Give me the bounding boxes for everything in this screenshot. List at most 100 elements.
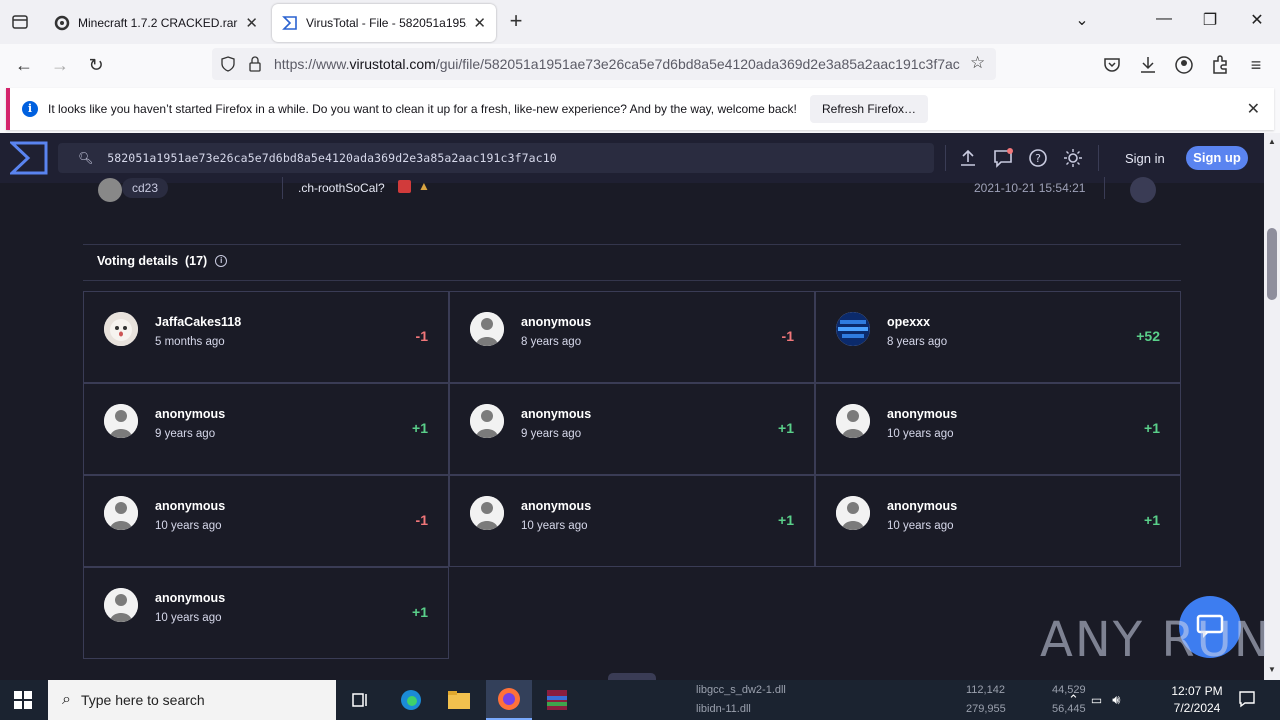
vote-card: anonymous 8 years ago -1 [449,291,815,383]
vote-time: 9 years ago [155,428,216,440]
avatar[interactable] [836,312,870,346]
settings-favicon-icon [54,15,70,31]
comment-row: cd23 .ch-roothSoCal? ▲ 2021-10-21 15:54:… [84,177,1180,203]
avatar[interactable] [104,588,138,622]
virustotal-logo-icon[interactable] [10,141,48,175]
shield-icon[interactable] [220,56,236,72]
voter-name[interactable]: JaffaCakes118 [155,315,241,329]
divider [83,244,1181,245]
vote-time: 9 years ago [521,428,582,440]
tab-list-icon[interactable] [8,10,32,34]
search-input[interactable]: 🔍︎ 582051a1951ae73e26ca5e7d6bd8a5e4120ad… [58,143,934,173]
help-icon[interactable]: ? [1028,148,1048,168]
vote-time: 10 years ago [155,612,222,624]
account-icon[interactable] [1172,53,1196,77]
comment-date: 2021-10-21 15:54:21 [974,181,1086,195]
taskbar-search-input[interactable]: ⌕ Type here to search [48,680,336,720]
file-size: 112,142 [966,684,1005,696]
scrollbar-thumb[interactable] [1267,228,1277,300]
upload-icon[interactable] [958,148,978,168]
voting-count: (17) [184,254,208,268]
list-all-tabs-icon[interactable]: ⌄ [1068,10,1096,30]
voter-name[interactable]: opexxx [887,315,930,329]
user-icon[interactable] [1130,177,1156,203]
url-bar[interactable]: https://www.virustotal.com/gui/file/5820… [212,48,996,80]
info-icon[interactable]: i [215,255,228,267]
voter-name[interactable]: anonymous [155,591,225,605]
divider [945,145,946,171]
notification-message: It looks like you haven’t started Firefo… [48,102,797,116]
tab-title: VirusTotal - File - 582051a1951a [306,16,468,30]
voter-name[interactable]: anonymous [155,499,225,513]
chevron-up-icon[interactable]: ⌃ [1068,692,1079,708]
voter-name[interactable]: anonymous [887,407,957,421]
sign-up-button[interactable]: Sign up [1186,146,1248,170]
avatar[interactable] [836,496,870,530]
minimize-icon[interactable]: — [1150,10,1178,28]
vote-card: JaffaCakes118 5 months ago -1 [83,291,449,383]
virustotal-page: 🔍︎ 582051a1951ae73e26ca5e7d6bd8a5e4120ad… [0,133,1264,680]
emoji-icon [398,180,411,193]
close-tab-icon[interactable]: ✕ [473,14,486,32]
task-view-icon[interactable] [338,680,384,720]
tab-virustotal[interactable]: VirusTotal - File - 582051a1951a ✕ [272,4,496,42]
vote-time: 10 years ago [887,520,954,532]
bookmark-star-icon[interactable]: ☆ [970,53,985,73]
refresh-firefox-button[interactable]: Refresh Firefox… [810,95,929,123]
theme-toggle-icon[interactable] [1063,148,1083,168]
taskbar-clock[interactable]: 12:07 PM 7/2/2024 [1164,683,1230,717]
extensions-icon[interactable] [1208,53,1232,77]
vote-value: +1 [778,420,794,436]
close-tab-icon[interactable]: ✕ [245,14,258,32]
vote-value: -1 [415,328,428,344]
vote-card: anonymous 9 years ago +1 [449,383,815,475]
reload-icon[interactable]: ↻ [84,53,108,77]
avatar[interactable] [104,312,138,346]
file-name: libidn-11.dll [696,703,751,715]
close-notification-icon[interactable]: ✕ [1247,99,1260,119]
new-tab-icon[interactable]: + [504,10,528,32]
menu-icon[interactable]: ≡ [1244,53,1268,77]
page-scrollbar[interactable]: ▲ ▼ [1264,133,1280,680]
pagination[interactable] [608,673,656,680]
lock-icon[interactable] [248,56,262,72]
downloads-icon[interactable] [1136,53,1160,77]
voter-name[interactable]: anonymous [521,499,591,513]
voter-name[interactable]: anonymous [887,499,957,513]
comment-user[interactable]: cd23 [122,178,169,198]
avatar[interactable] [470,496,504,530]
winrar-icon[interactable] [534,680,580,720]
poop-emoji-icon: ▲ [418,179,430,193]
back-icon[interactable]: ← [12,53,36,77]
voter-name[interactable]: anonymous [521,407,591,421]
firefox-icon[interactable] [486,680,532,720]
vote-time: 5 months ago [155,336,225,348]
sign-in-link[interactable]: Sign in [1125,151,1165,166]
restore-icon[interactable]: ❐ [1196,10,1224,30]
scroll-up-icon[interactable]: ▲ [1268,137,1276,146]
forward-icon[interactable]: → [48,53,72,77]
avatar[interactable] [104,496,138,530]
avatar[interactable] [836,404,870,438]
network-icon[interactable]: ▭ [1091,693,1102,707]
vote-card: anonymous 10 years ago +1 [449,475,815,567]
voter-name[interactable]: anonymous [521,315,591,329]
volume-icon[interactable]: 🔊︎ [1112,692,1120,708]
search-placeholder: Type here to search [80,692,205,708]
vt-header: 🔍︎ 582051a1951ae73e26ca5e7d6bd8a5e4120ad… [0,133,1264,183]
refresh-firefox-notification: i It looks like you haven’t started Fire… [6,88,1274,130]
edge-icon[interactable] [388,680,434,720]
avatar[interactable] [470,404,504,438]
notifications-icon[interactable] [993,148,1013,168]
windows-start-icon[interactable] [14,691,32,709]
close-window-icon[interactable]: ✕ [1243,10,1271,30]
notification-center-icon[interactable] [1238,690,1256,708]
avatar[interactable] [470,312,504,346]
avatar[interactable] [104,404,138,438]
file-explorer-icon[interactable] [436,680,482,720]
voter-name[interactable]: anonymous [155,407,225,421]
windows-taskbar: ⌕ Type here to search libgcc_s_dw2-1.dll… [0,680,1280,720]
navigation-bar: ← → ↻ https://www.virustotal.com/gui/fil… [0,44,1280,86]
pocket-icon[interactable] [1100,53,1124,77]
tab-minecraft[interactable]: Minecraft 1.7.2 CRACKED.rar | W ✕ [44,4,268,42]
